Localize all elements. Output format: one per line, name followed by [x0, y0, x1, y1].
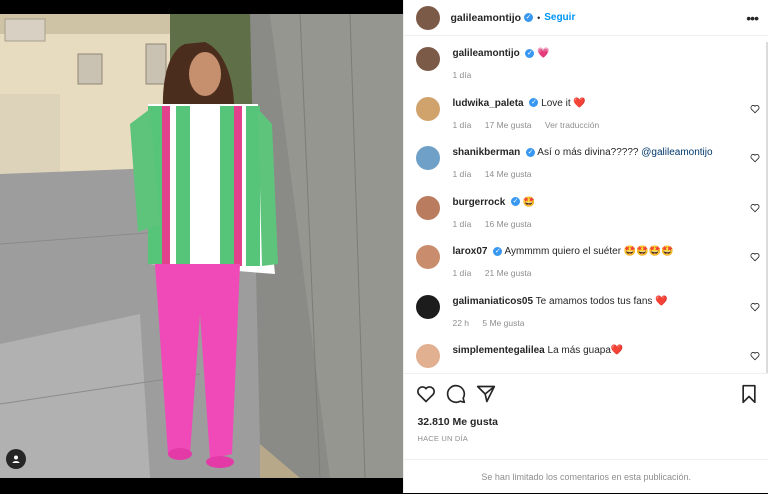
comment-item: galimaniaticos05 Te amamos todos tus fan…: [404, 290, 768, 340]
comment-body: Te amamos todos tus fans ❤️: [535, 295, 668, 307]
comments-list: galileamontijo ✓ 💗 1 día ludwika_paleta …: [404, 42, 768, 372]
comment-likes[interactable]: 16 Me gusta: [485, 219, 532, 229]
comment-body: Love it ❤️: [541, 97, 586, 109]
follow-button[interactable]: Seguir: [544, 12, 575, 23]
comment-username[interactable]: larox07: [452, 246, 487, 257]
comment-body: Aymmmm quiero el suéter 🤩🤩🤩🤩: [504, 246, 674, 257]
comment-item: simplementegalilea La más guapa❤️: [404, 339, 768, 372]
caption-body: 💗: [537, 48, 550, 59]
comment-text: shanikberman ✓ Así o más divina????? @ga…: [452, 146, 738, 159]
comment-item: burgerrock ✓ 🤩 1 día 16 Me gusta: [404, 191, 768, 241]
comment-icon[interactable]: [446, 384, 466, 404]
caption-meta: 1 día: [452, 70, 482, 80]
comment-avatar[interactable]: [416, 96, 441, 121]
caption-text: galileamontijo ✓ 💗: [452, 47, 738, 60]
comment-username[interactable]: simplementegalilea: [452, 345, 544, 356]
comment-text: larox07 ✓ Aymmmm quiero el suéter 🤩🤩🤩🤩: [452, 245, 738, 258]
action-icons: [416, 384, 758, 406]
comment-item: shanikberman ✓ Así o más divina????? @ga…: [404, 141, 768, 191]
caption-item: galileamontijo ✓ 💗 1 día: [404, 42, 768, 92]
comment-time: 1 día: [452, 119, 472, 130]
comment-likes[interactable]: 17 Me gusta: [485, 120, 532, 130]
comment-time: 22 h: [452, 317, 470, 328]
comment-username[interactable]: galimaniaticos05: [452, 296, 533, 307]
post-actions: 32.810 Me gusta HACE UN DÍA: [404, 373, 768, 469]
see-translation-link[interactable]: Ver traducción: [545, 120, 599, 130]
comment-time: 1 día: [452, 268, 472, 278]
like-heart-icon[interactable]: [750, 153, 760, 163]
caption-time: 1 día: [452, 70, 472, 80]
comment-username[interactable]: burgerrock: [452, 197, 505, 208]
like-heart-icon[interactable]: [750, 252, 760, 262]
author-username[interactable]: galileamontijo: [450, 12, 521, 24]
like-heart-icon[interactable]: [750, 104, 760, 114]
comment-meta: 1 día 14 Me gusta: [452, 169, 542, 179]
comment-text: burgerrock ✓ 🤩: [452, 196, 738, 209]
comment-body: 🤩: [522, 196, 536, 208]
save-bookmark-icon[interactable]: [740, 384, 758, 404]
comment-body: Así o más divina?????: [537, 147, 639, 158]
comment-avatar[interactable]: [416, 344, 441, 368]
like-heart-icon[interactable]: [750, 302, 760, 312]
comment-body: La más guapa❤️: [547, 345, 624, 356]
comment-item: larox07 ✓ Aymmmm quiero el suéter 🤩🤩🤩🤩 1…: [404, 240, 768, 290]
verified-badge-icon: ✓: [529, 98, 539, 108]
verified-badge-icon: ✓: [511, 197, 521, 207]
instagram-post: galileamontijo ✓ • Seguir ••• galileamon…: [0, 0, 768, 493]
comment-mention[interactable]: @galileamontijo: [641, 147, 712, 158]
user-tag-icon: [12, 455, 20, 463]
post-photo[interactable]: [0, 14, 404, 478]
post-header: galileamontijo ✓ • Seguir •••: [404, 0, 768, 36]
comment-avatar[interactable]: [416, 195, 441, 220]
photo-illustration: [0, 14, 404, 478]
comment-username[interactable]: ludwika_paleta: [452, 98, 523, 109]
comment-likes[interactable]: 21 Me gusta: [485, 268, 532, 278]
comments-limited-notice: Se han limitado los comentarios en esta …: [404, 459, 768, 494]
share-icon[interactable]: [476, 384, 496, 404]
like-heart-icon[interactable]: [750, 203, 760, 213]
post-sidebar: galileamontijo ✓ • Seguir ••• galileamon…: [403, 0, 768, 493]
comment-avatar[interactable]: [416, 146, 441, 170]
verified-badge-icon: ✓: [525, 48, 535, 58]
follow-separator: •: [537, 12, 541, 23]
like-heart-icon[interactable]: [750, 351, 760, 361]
comment-likes[interactable]: 5 Me gusta: [482, 318, 524, 328]
comment-meta: 1 día 21 Me gusta: [452, 268, 542, 278]
caption-username[interactable]: galileamontijo: [452, 48, 519, 59]
likes-count[interactable]: 32.810 Me gusta: [417, 416, 498, 428]
comment-likes[interactable]: 14 Me gusta: [485, 169, 532, 179]
comment-avatar[interactable]: [416, 294, 441, 319]
comment-username[interactable]: shanikberman: [452, 147, 520, 158]
comment-meta: 1 día 16 Me gusta: [452, 219, 542, 229]
verified-badge-icon: ✓: [524, 13, 534, 22]
comment-text: ludwika_paleta ✓ Love it ❤️: [452, 97, 738, 110]
author-avatar[interactable]: [416, 5, 441, 30]
post-media: [0, 0, 404, 493]
verified-badge-icon: ✓: [493, 246, 503, 256]
comment-time: 1 día: [452, 169, 472, 179]
post-date[interactable]: HACE UN DÍA: [417, 434, 468, 443]
comment-text: galimaniaticos05 Te amamos todos tus fan…: [452, 295, 738, 308]
comment-item: ludwika_paleta ✓ Love it ❤️ 1 día 17 Me …: [404, 92, 768, 142]
comment-meta: 22 h 5 Me gusta: [452, 318, 535, 328]
like-icon[interactable]: [416, 384, 436, 404]
comment-avatar[interactable]: [416, 245, 441, 269]
more-options-icon[interactable]: •••: [746, 10, 759, 26]
caption-avatar[interactable]: [416, 47, 441, 71]
tagged-users-button[interactable]: [6, 449, 26, 469]
comment-meta: 1 día 17 Me gusta Ver traducción: [452, 120, 610, 130]
comment-text: simplementegalilea La más guapa❤️: [452, 344, 738, 357]
comment-time: 1 día: [452, 218, 472, 229]
verified-badge-icon: ✓: [526, 147, 536, 157]
